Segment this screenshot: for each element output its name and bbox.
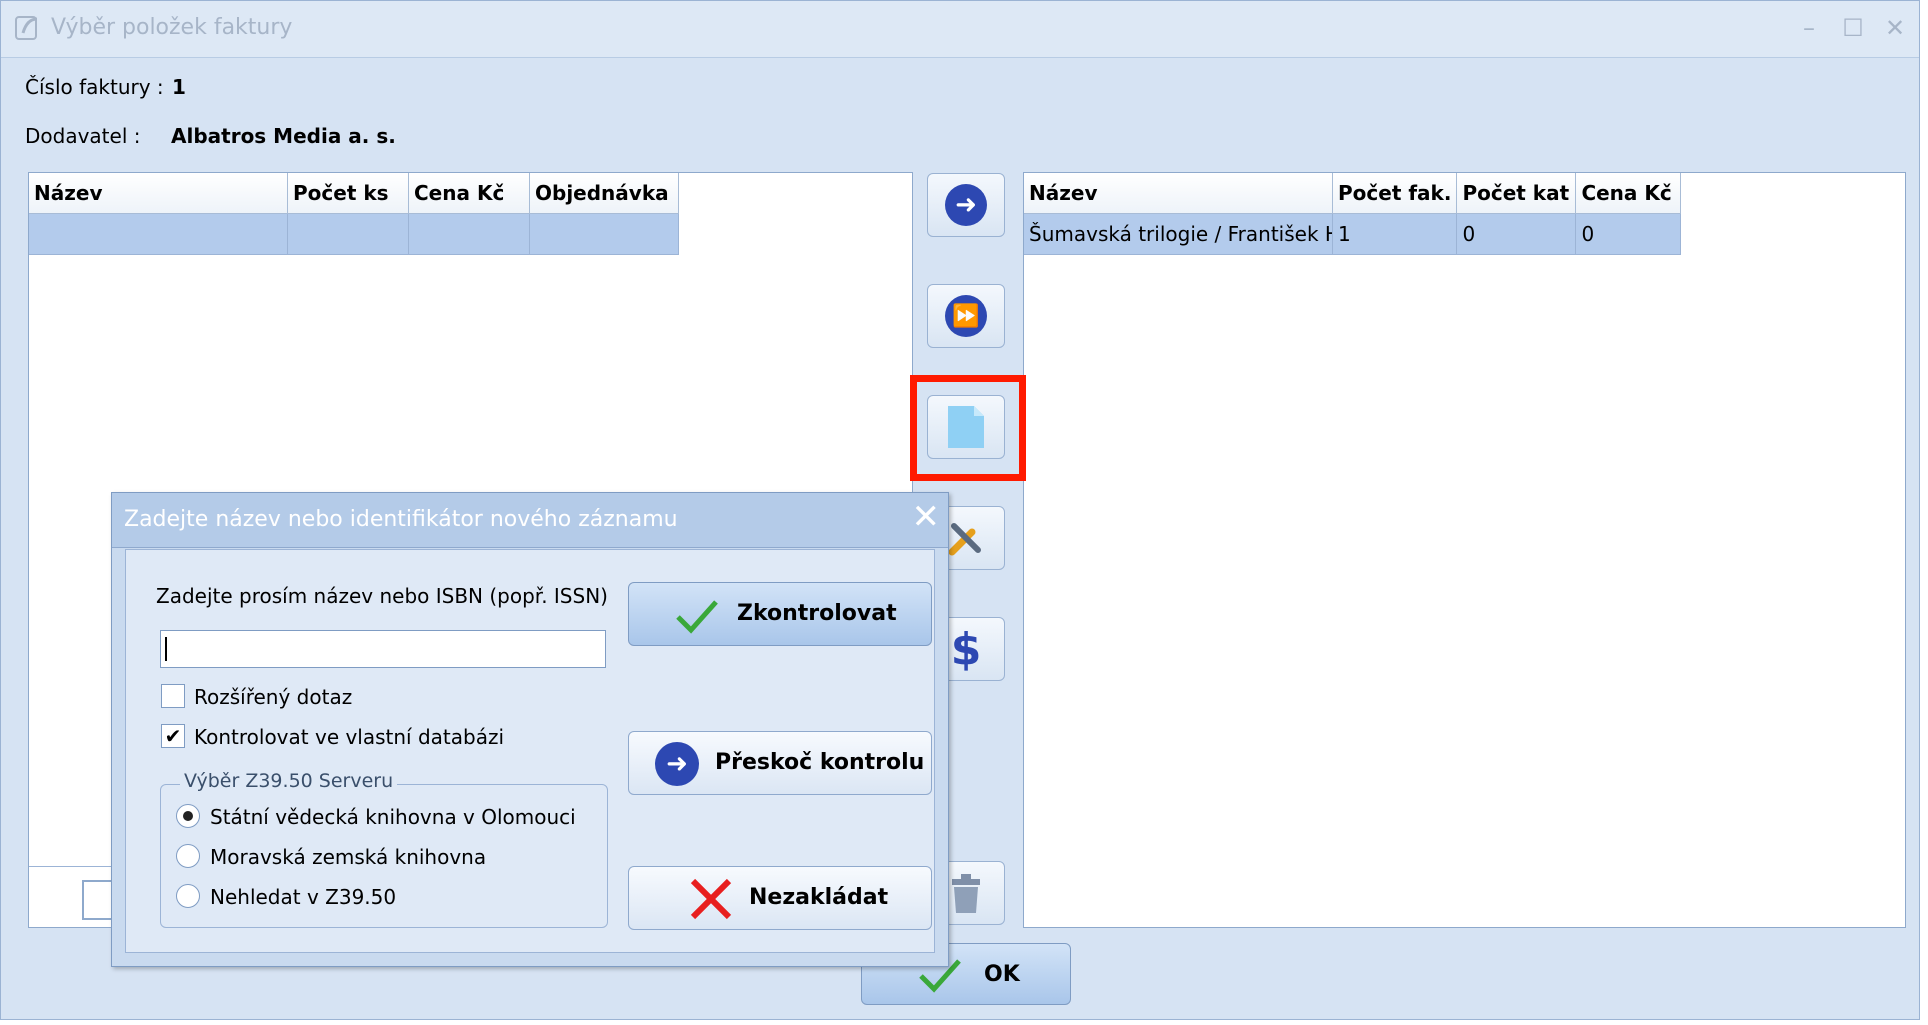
server-radio-mzk[interactable] <box>176 844 200 868</box>
check-button-label: Zkontrolovat <box>737 601 897 626</box>
table-cell[interactable] <box>29 213 288 255</box>
column-header[interactable]: Počet fak. <box>1332 173 1458 214</box>
cancel-button-label: Nezakládat <box>749 885 889 910</box>
dialog-prompt: Zadejte prosím název nebo ISBN (popř. IS… <box>156 584 608 608</box>
server-label-none[interactable]: Nehledat v Z39.50 <box>210 885 396 909</box>
server-group-title: Výběr Z39.50 Serveru <box>180 770 398 792</box>
dialog-title: Zadejte název nebo identifikátor nového … <box>124 507 678 532</box>
dialog-close-button[interactable]: ✕ <box>912 497 941 537</box>
column-header[interactable]: Počet ks <box>287 173 409 214</box>
trash-icon <box>952 874 980 913</box>
server-radio-olomouc[interactable] <box>176 804 200 828</box>
server-radio-none[interactable] <box>176 884 200 908</box>
table-cell[interactable] <box>408 213 530 255</box>
skip-check-button[interactable]: ➜ Přeskoč kontrolu <box>628 731 932 795</box>
catalog-items-grid[interactable]: Název Počet fak. Počet kat Cena Kč Šumav… <box>1023 172 1906 928</box>
highlight-marker <box>910 375 1026 481</box>
minimize-button[interactable]: – <box>1791 11 1827 45</box>
extended-query-checkbox[interactable] <box>161 684 185 708</box>
ok-label: OK <box>984 962 1020 987</box>
table-header-row: Název Počet fak. Počet kat Cena Kč <box>1024 173 1682 214</box>
column-header[interactable]: Cena Kč <box>1575 173 1682 214</box>
column-header[interactable]: Název <box>29 173 288 214</box>
maximize-button[interactable]: ☐ <box>1835 11 1871 45</box>
checkmark-icon <box>676 600 718 634</box>
title-bar: Výběr položek faktury – ☐ ✕ <box>1 1 1919 58</box>
table-cell[interactable]: 0 <box>1456 213 1577 255</box>
arrow-right-icon: ➜ <box>655 742 699 786</box>
column-header[interactable]: Počet kat <box>1456 173 1577 214</box>
table-cell[interactable] <box>287 213 409 255</box>
cancel-button[interactable]: Nezakládat <box>628 866 932 930</box>
check-own-db-checkbox[interactable]: ✔ <box>161 724 185 748</box>
move-one-button[interactable]: ➜ <box>927 173 1005 237</box>
table-row[interactable]: Šumavská trilogie / František Hrubín 1 0… <box>1024 213 1682 255</box>
table-cell[interactable] <box>529 213 679 255</box>
fast-forward-icon: ⏩ <box>945 295 987 337</box>
table-row[interactable] <box>29 213 679 255</box>
close-button[interactable]: ✕ <box>1877 11 1913 45</box>
table-header-row: Název Počet ks Cena Kč Objednávka <box>29 173 679 214</box>
app-icon <box>15 16 38 40</box>
column-header[interactable]: Objednávka <box>529 173 679 214</box>
move-all-button[interactable]: ⏩ <box>927 284 1005 348</box>
wrench-icon <box>948 523 981 556</box>
table-cell[interactable]: 0 <box>1575 213 1682 255</box>
cross-icon <box>690 878 732 920</box>
check-own-db-label[interactable]: Kontrolovat ve vlastní databázi <box>194 725 504 749</box>
supplier-value: Albatros Media a. s. <box>171 124 396 148</box>
server-label-mzk[interactable]: Moravská zemská knihovna <box>210 845 486 869</box>
column-header[interactable]: Cena Kč <box>408 173 530 214</box>
dollar-icon: $ <box>950 623 982 675</box>
invoice-number-label: Číslo faktury : <box>25 75 164 99</box>
server-label-olomouc[interactable]: Státní vědecká knihovna v Olomouci <box>210 805 576 829</box>
arrow-right-icon: ➜ <box>945 184 987 226</box>
dialog-title-bar: Zadejte název nebo identifikátor nového … <box>112 493 948 548</box>
text-caret <box>165 637 167 661</box>
supplier-label: Dodavatel : <box>25 124 141 148</box>
window-title: Výběr položek faktury <box>51 15 293 40</box>
column-header[interactable]: Název <box>1024 173 1333 214</box>
extended-query-label[interactable]: Rozšířený dotaz <box>194 685 352 709</box>
skip-check-button-label: Přeskoč kontrolu <box>715 750 925 775</box>
check-button[interactable]: Zkontrolovat <box>628 582 932 646</box>
table-cell[interactable]: Šumavská trilogie / František Hrubín <box>1024 213 1333 255</box>
title-isbn-input[interactable] <box>160 630 606 668</box>
invoice-number-value: 1 <box>172 75 186 99</box>
table-cell[interactable]: 1 <box>1332 213 1458 255</box>
